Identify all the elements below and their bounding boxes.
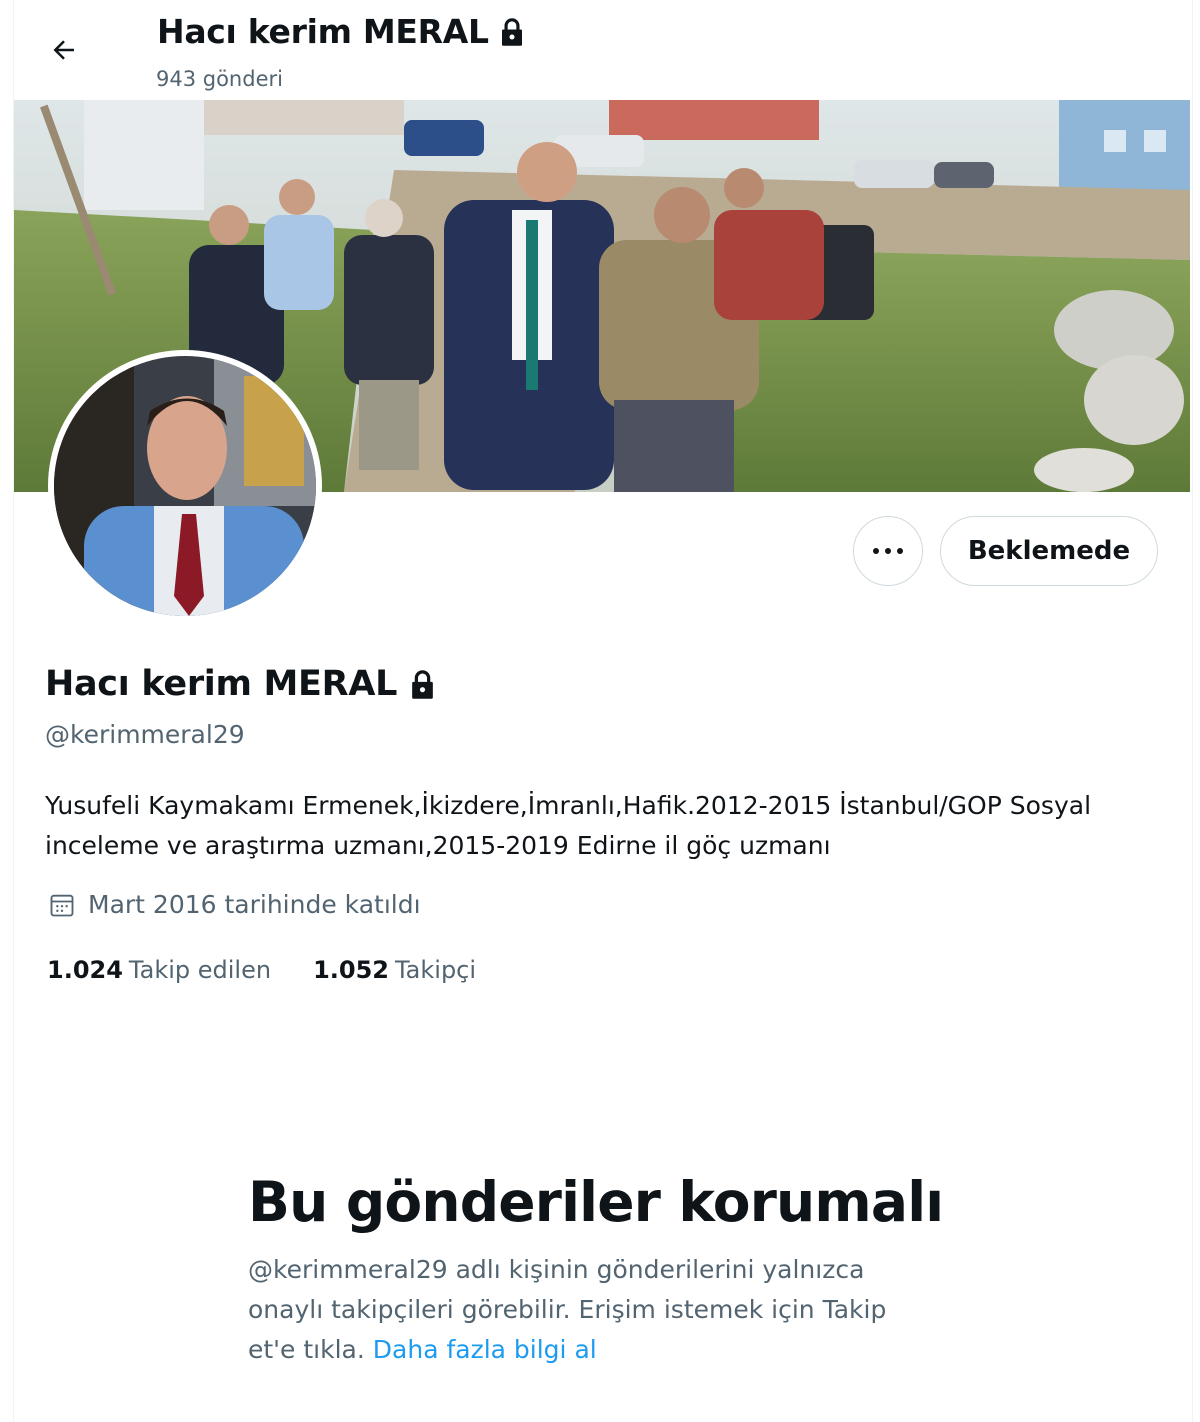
lock-icon	[501, 17, 522, 46]
following-label: Takip edilen	[128, 956, 272, 984]
protected-message: @kerimmeral29 adlı kişinin gönderilerini…	[248, 1250, 928, 1370]
followers-link[interactable]: 1.052 Takipçi	[313, 956, 476, 984]
profile-name-text: Hacı kerim MERAL	[45, 664, 398, 704]
followers-count: 1.052	[313, 956, 389, 984]
profile-name: Hacı kerim MERAL	[45, 664, 436, 704]
header-title: Hacı kerim MERAL	[157, 12, 525, 51]
more-options-button[interactable]	[853, 516, 923, 586]
profile-handle: @kerimmeral29	[45, 720, 245, 749]
following-count: 1.024	[47, 956, 123, 984]
joined-date: Mart 2016 tarihinde katıldı	[48, 890, 421, 919]
arrow-left-icon	[53, 40, 74, 60]
follow-stats: 1.024 Takip edilen 1.052 Takipçi	[47, 956, 476, 984]
profile-bio: Yusufeli Kaymakamı Ermenek,İkizdere,İmra…	[45, 791, 1092, 860]
lock-icon	[412, 669, 433, 699]
more-icon	[870, 548, 906, 554]
protected-title: Bu gönderiler korumalı	[248, 1170, 944, 1234]
calendar-icon	[50, 894, 74, 916]
followers-label: Takipçi	[394, 956, 477, 984]
post-count: 943 gönderi	[156, 67, 283, 91]
back-button[interactable]	[40, 28, 88, 72]
pending-button[interactable]: Beklemede	[940, 516, 1158, 586]
learn-more-link[interactable]: Daha fazla bilgi al	[373, 1335, 597, 1364]
joined-text: Mart 2016 tarihinde katıldı	[88, 890, 421, 919]
header-name-text: Hacı kerim MERAL	[157, 12, 489, 51]
profile-avatar[interactable]	[48, 350, 322, 622]
following-link[interactable]: 1.024 Takip edilen	[47, 956, 271, 984]
